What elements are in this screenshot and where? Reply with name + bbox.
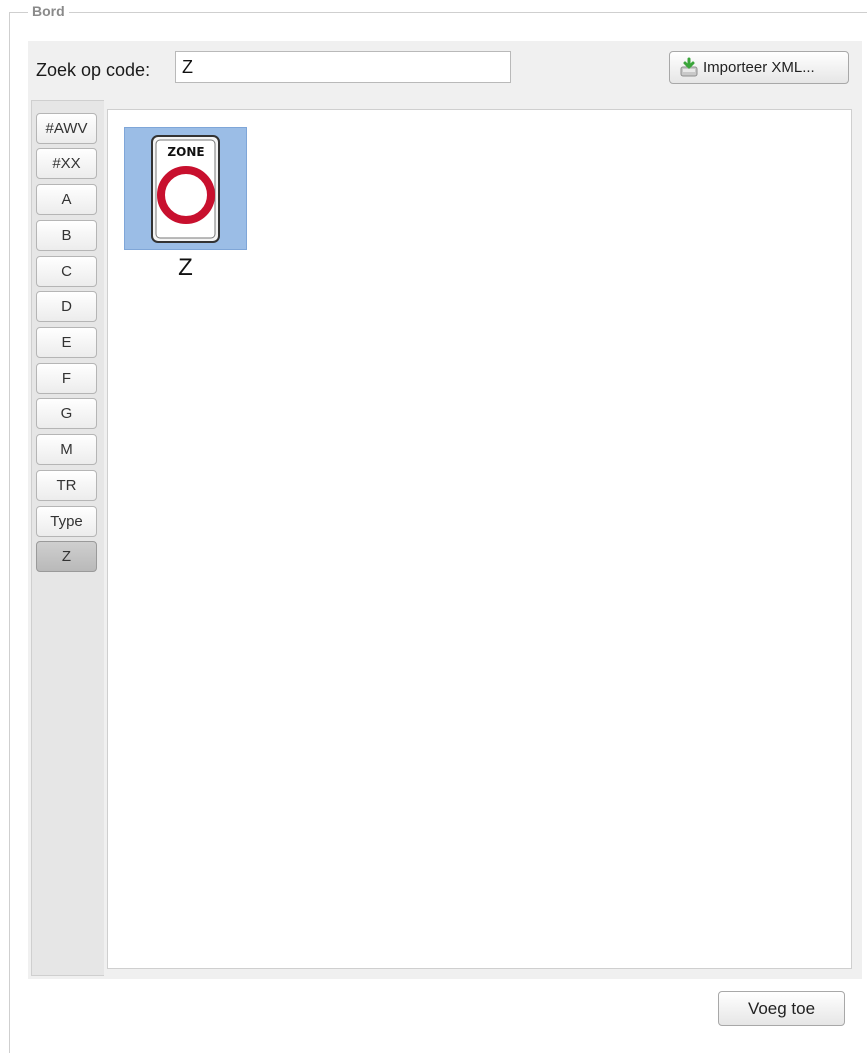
tab-label: M [60,441,73,458]
tab-label: A [61,191,72,208]
tab-awv[interactable]: #AWV [36,113,97,144]
add-button[interactable]: Voeg toe [718,991,845,1026]
import-xml-button[interactable]: Importeer XML... [669,51,849,84]
tab-label: #XX [52,155,81,172]
tab-d[interactable]: D [36,291,97,322]
import-xml-label: Importeer XML... [703,59,815,76]
fieldset-border-left [9,12,10,1053]
tab-label: D [61,298,72,315]
sign-tile-z[interactable]: ZONE [124,127,247,250]
tab-a[interactable]: A [36,184,97,215]
tab-e[interactable]: E [36,327,97,358]
fieldset-legend: Bord [28,3,69,19]
search-input[interactable] [175,51,511,83]
tab-f[interactable]: F [36,363,97,394]
search-label: Zoek op code: [36,60,151,80]
import-icon [678,57,700,79]
tab-label: B [61,227,72,244]
zone-sign-icon: ZONE [151,135,220,243]
tab-tr[interactable]: TR [36,470,97,501]
tab-label: E [61,334,72,351]
tab-label: C [61,263,72,280]
fieldset-border-top [9,12,867,13]
sign-code-label: Z [178,254,193,281]
tab-type[interactable]: Type [36,506,97,537]
sign-image-text: ZONE [167,145,204,159]
tab-label: #AWV [45,120,88,137]
tab-label: F [61,370,72,387]
tab-c[interactable]: C [36,256,97,287]
tab-z[interactable]: Z [36,541,97,572]
tab-b[interactable]: B [36,220,97,251]
tab-g[interactable]: G [36,398,97,429]
tab-label: TR [56,477,77,494]
tab-label: Type [50,513,83,530]
tab-m[interactable]: M [36,434,97,465]
tab-label: Z [61,548,72,565]
tab-xx[interactable]: #XX [36,148,97,179]
add-button-label: Voeg toe [747,998,816,1018]
tab-label: G [60,405,73,422]
